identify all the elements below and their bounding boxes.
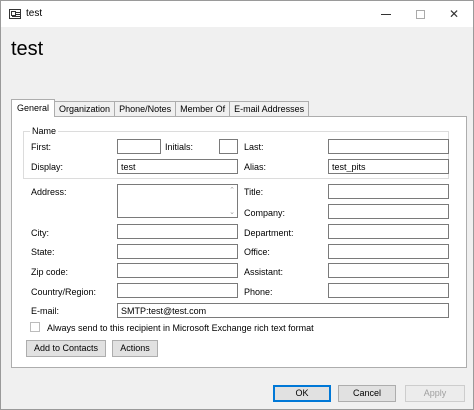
ok-button[interactable]: OK [273, 385, 331, 402]
assistant-input[interactable] [328, 263, 449, 278]
title-bar[interactable]: test ✕ [1, 1, 473, 27]
window-title: test [26, 8, 43, 19]
title-label: Title: [244, 187, 264, 197]
country-region-label: Country/Region: [31, 287, 97, 297]
minimize-button[interactable] [369, 1, 403, 27]
tab-email-addresses[interactable]: E-mail Addresses [229, 101, 310, 117]
initials-input[interactable] [219, 139, 238, 154]
tab-phone-notes[interactable]: Phone/Notes [114, 101, 177, 117]
scroll-up-icon[interactable]: ⌃ [229, 186, 235, 194]
zip-code-input[interactable] [117, 263, 238, 278]
address-label: Address: [31, 187, 67, 197]
email-input[interactable] [117, 303, 449, 318]
maximize-icon [415, 9, 425, 19]
close-button[interactable]: ✕ [437, 1, 471, 27]
tab-general[interactable]: General [11, 99, 56, 117]
assistant-label: Assistant: [244, 267, 284, 277]
country-region-input[interactable] [117, 283, 238, 298]
office-input[interactable] [328, 244, 449, 259]
alias-label: Alias: [244, 162, 267, 172]
office-label: Office: [244, 247, 270, 257]
address-textarea[interactable]: ⌃ ⌄ [117, 184, 238, 218]
name-group-legend: Name [30, 126, 59, 136]
title-input[interactable] [328, 184, 449, 199]
department-input[interactable] [328, 224, 449, 239]
minimize-icon [381, 13, 391, 15]
initials-label: Initials: [165, 142, 194, 152]
display-label: Display: [31, 162, 64, 172]
phone-input[interactable] [328, 283, 449, 298]
page-title: test [11, 38, 44, 60]
actions-button[interactable]: Actions [112, 340, 158, 357]
rich-text-checkbox-label: Always send to this recipient in Microso… [47, 323, 314, 333]
last-label: Last: [244, 142, 264, 152]
maximize-button[interactable] [403, 1, 437, 27]
phone-label: Phone: [244, 287, 273, 297]
state-input[interactable] [117, 244, 238, 259]
add-to-contacts-button[interactable]: Add to Contacts [26, 340, 106, 357]
city-label: City: [31, 228, 49, 238]
first-label: First: [31, 142, 51, 152]
company-label: Company: [244, 208, 286, 218]
tab-organization[interactable]: Organization [54, 101, 116, 117]
close-icon: ✕ [448, 7, 460, 21]
city-input[interactable] [117, 224, 238, 239]
department-label: Department: [244, 228, 294, 238]
zip-code-label: Zip code: [31, 267, 69, 277]
rich-text-checkbox[interactable] [30, 322, 40, 332]
display-name-input[interactable] [117, 159, 238, 174]
properties-window: test ✕ test General Organization Phone/N… [0, 0, 474, 410]
state-label: State: [31, 247, 55, 257]
cancel-button[interactable]: Cancel [338, 385, 396, 402]
last-name-input[interactable] [328, 139, 449, 154]
company-input[interactable] [328, 204, 449, 219]
tab-member-of[interactable]: Member Of [175, 101, 231, 117]
email-label: E-mail: [31, 306, 60, 316]
apply-button[interactable]: Apply [405, 385, 465, 402]
alias-input[interactable] [328, 159, 449, 174]
tab-strip: General Organization Phone/Notes Member … [11, 99, 310, 117]
contact-card-icon [9, 9, 21, 19]
scroll-down-icon[interactable]: ⌄ [229, 208, 235, 216]
first-name-input[interactable] [117, 139, 161, 154]
